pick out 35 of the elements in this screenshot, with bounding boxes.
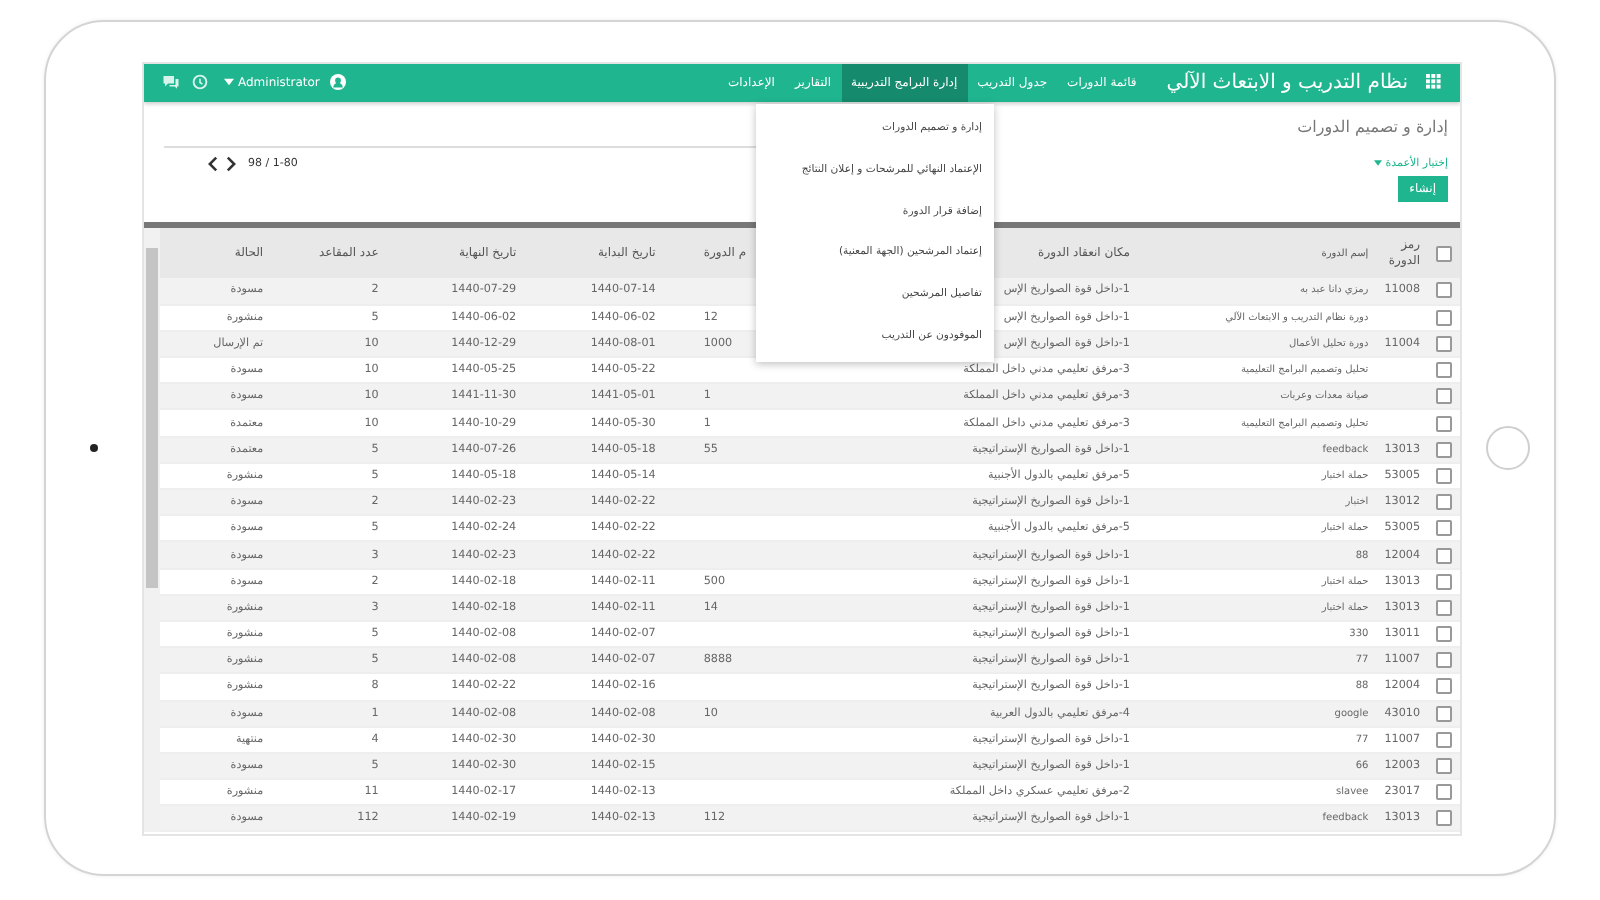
next-icon[interactable]: [226, 155, 236, 172]
checkbox[interactable]: [1436, 362, 1452, 379]
chat-icon[interactable]: [162, 74, 180, 91]
caret-icon[interactable]: [1373, 160, 1382, 167]
checkbox[interactable]: [1436, 599, 1452, 616]
app-title: نظام التدريب و الابتعاث الآلي: [1166, 71, 1408, 94]
checkbox[interactable]: [1436, 784, 1452, 801]
checkbox[interactable]: [1436, 758, 1452, 775]
camera-icon: [90, 444, 98, 452]
avatar-icon[interactable]: [329, 74, 346, 91]
checkbox[interactable]: [1436, 336, 1452, 353]
checkbox[interactable]: [1436, 626, 1452, 643]
clock-icon[interactable]: [192, 74, 208, 91]
checkbox[interactable]: [1436, 547, 1452, 564]
checkbox[interactable]: [1436, 678, 1452, 695]
checkbox[interactable]: [1436, 494, 1452, 511]
checkbox[interactable]: [1436, 467, 1452, 484]
checkbox[interactable]: [1436, 520, 1452, 537]
checkbox[interactable]: [1436, 731, 1452, 748]
home-button[interactable]: [1486, 426, 1530, 470]
checkbox[interactable]: [1436, 245, 1452, 262]
caret-icon[interactable]: [224, 78, 234, 87]
checkbox[interactable]: [1436, 415, 1452, 432]
checkbox[interactable]: [1436, 441, 1452, 458]
checkbox[interactable]: [1436, 705, 1452, 722]
checkbox[interactable]: [1436, 652, 1452, 669]
previous-icon[interactable]: [208, 155, 218, 172]
checkbox[interactable]: [1436, 282, 1452, 299]
scrollbar[interactable]: [144, 228, 160, 833]
checkbox[interactable]: [1436, 309, 1452, 326]
checkbox[interactable]: [1436, 388, 1452, 405]
checkbox[interactable]: [1436, 810, 1452, 827]
page-title: إدارة و تصميم الدورات: [1297, 117, 1448, 136]
checkbox[interactable]: [1436, 573, 1452, 590]
apps-grid-icon[interactable]: [1426, 74, 1442, 91]
